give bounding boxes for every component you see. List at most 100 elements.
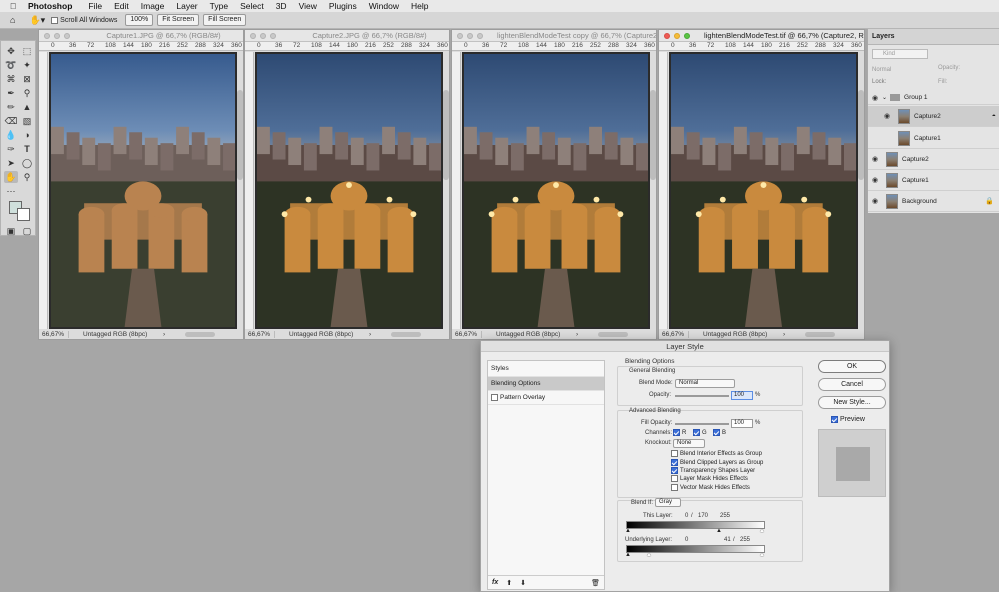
eyedropper-icon[interactable]: ✒ <box>4 87 18 99</box>
ok-button[interactable]: OK <box>818 360 886 373</box>
zoom-level[interactable]: 66,67% <box>39 330 69 338</box>
zoom-level[interactable]: 66,67% <box>659 330 689 338</box>
close-icon[interactable] <box>44 32 50 39</box>
status-chevron-icon[interactable]: › <box>163 331 165 338</box>
document-canvas[interactable] <box>462 52 650 329</box>
zoom-icon[interactable] <box>477 32 483 39</box>
pattern-overlay-item[interactable]: Pattern Overlay <box>488 391 604 405</box>
blending-options-item[interactable]: Blending Options <box>488 377 604 391</box>
pattern-overlay-checkbox[interactable] <box>491 394 498 401</box>
slider-handle-icon[interactable]: ▲ <box>625 528 631 534</box>
home-icon[interactable]: ⌂ <box>10 15 15 25</box>
minimize-icon[interactable] <box>467 32 473 39</box>
stamp-tool-icon[interactable]: ▲ <box>20 101 34 113</box>
document-canvas[interactable] <box>49 52 237 329</box>
zoom-level[interactable]: 66,67% <box>245 330 275 338</box>
vector-mask-hides-checkbox[interactable]: Vector Mask Hides Effects <box>671 484 750 491</box>
horizontal-scrollbar[interactable] <box>598 331 629 337</box>
eye-icon[interactable]: ◉ <box>868 155 882 163</box>
horizontal-scrollbar[interactable] <box>185 331 216 337</box>
menu-select[interactable]: Select <box>234 1 270 11</box>
document-window[interactable]: Capture1.JPG @ 66,7% (RGB/8#) 0 36 72 108 144… <box>38 29 244 340</box>
hand-tool-icon[interactable]: ✋▾ <box>29 15 45 26</box>
fx-icon[interactable]: fx <box>492 579 498 586</box>
slider-handle-icon[interactable]: ▲ <box>646 552 652 558</box>
layer-style-icon[interactable]: ◓ <box>992 113 996 120</box>
document-canvas[interactable] <box>255 52 443 329</box>
document-tab[interactable]: Capture2.JPG @ 66,7% (RGB/8#) <box>245 30 449 42</box>
layer-row[interactable]: ◉ Capture2 ◓ <box>868 106 999 127</box>
close-icon[interactable] <box>250 32 256 39</box>
more-tools-icon[interactable]: ⋯ <box>4 185 18 197</box>
eye-icon[interactable]: ◉ <box>868 176 882 184</box>
eye-icon[interactable]: ◉ <box>868 94 882 102</box>
minimize-icon[interactable] <box>674 32 680 39</box>
eye-icon[interactable]: ◉ <box>868 197 882 205</box>
slider-handle-icon[interactable]: ▲ <box>759 528 765 534</box>
eraser-icon[interactable]: ⌫ <box>4 115 18 127</box>
type-tool-icon[interactable]: T <box>20 143 34 155</box>
layers-tab[interactable]: Layers <box>868 29 999 45</box>
layer-mask-hides-checkbox[interactable]: Layer Mask Hides Effects <box>671 475 748 482</box>
document-tab[interactable]: lightenBlendModeTest.tif @ 66,7% (Captur… <box>659 30 864 42</box>
gradient-tool-icon[interactable]: ▧ <box>20 115 34 127</box>
horizontal-ruler[interactable]: 0 36 72 108 144 180 216 252 288 324 360 <box>245 42 449 51</box>
lasso-tool-icon[interactable]: ➰ <box>4 59 18 71</box>
vertical-scrollbar[interactable] <box>650 90 656 180</box>
close-icon[interactable] <box>457 32 463 39</box>
crop-tool-icon[interactable]: ⌘ <box>4 73 18 85</box>
apple-icon[interactable]:  <box>6 1 20 11</box>
new-style-button[interactable]: New Style... <box>818 396 886 409</box>
layer-row[interactable]: ◉ Capture2 <box>868 149 999 170</box>
menu-file[interactable]: File <box>82 1 108 11</box>
layer-row[interactable]: ◉ Capture1 <box>868 170 999 191</box>
preview-checkbox[interactable]: Preview <box>831 416 865 423</box>
path-select-icon[interactable]: ➤ <box>4 157 18 169</box>
move-up-icon[interactable]: ⬆ <box>506 579 512 587</box>
screen-mode-icon[interactable]: ▢ <box>20 225 34 237</box>
horizontal-scrollbar[interactable] <box>805 331 836 337</box>
vertical-ruler[interactable] <box>659 52 668 329</box>
eye-icon[interactable]: ◉ <box>880 112 894 120</box>
slider-handle-icon[interactable]: ▲ <box>759 552 765 558</box>
document-window[interactable]: lightenBlendModeTest copy @ 66,7% (Captu… <box>451 29 657 340</box>
zoom-icon[interactable] <box>684 32 690 39</box>
layer-row[interactable]: ◉ Background 🔒 <box>868 191 999 212</box>
horizontal-ruler[interactable]: 0 36 72 108 144 180 216 252 288 324 360 <box>452 42 656 51</box>
channel-b-checkbox[interactable]: B <box>713 429 726 436</box>
knockout-select[interactable]: None <box>673 439 705 448</box>
blend-clipped-checkbox[interactable]: Blend Clipped Layers as Group <box>671 459 763 466</box>
document-tab[interactable]: Capture1.JPG @ 66,7% (RGB/8#) <box>39 30 243 42</box>
minimize-icon[interactable] <box>54 32 60 39</box>
blend-if-select[interactable]: Gray <box>655 498 681 507</box>
hand-tool-icon[interactable]: ✋ <box>4 171 18 183</box>
horizontal-ruler[interactable]: 0 36 72 108 144 180 216 252 288 324 360 <box>39 42 243 51</box>
slider-handle-icon[interactable]: ▲ <box>625 552 631 558</box>
magic-wand-icon[interactable]: ✦ <box>20 59 34 71</box>
healing-brush-icon[interactable]: ⚲ <box>20 87 34 99</box>
zoom-100-button[interactable]: 100% <box>125 14 154 26</box>
menu-edit[interactable]: Edit <box>108 1 135 11</box>
document-canvas[interactable] <box>669 52 858 329</box>
zoom-icon[interactable] <box>64 32 70 39</box>
layer-group-row[interactable]: ◉ ⌄ Group 1 <box>868 91 999 105</box>
layer-row[interactable]: Capture1 <box>868 128 999 149</box>
trash-icon[interactable]: 🗑 <box>591 579 600 587</box>
status-chevron-icon[interactable]: › <box>369 331 371 338</box>
fill-opacity-slider[interactable] <box>675 423 729 425</box>
document-window[interactable]: Capture2.JPG @ 66,7% (RGB/8#) 0 36 72 108 144… <box>244 29 450 340</box>
menu-layer[interactable]: Layer <box>170 1 203 11</box>
zoom-tool-icon[interactable]: ⚲ <box>20 171 34 183</box>
close-icon[interactable] <box>664 32 670 39</box>
vertical-scrollbar[interactable] <box>858 90 864 180</box>
menu-view[interactable]: View <box>293 1 323 11</box>
cancel-button[interactable]: Cancel <box>818 378 886 391</box>
pen-tool-icon[interactable]: ✑ <box>4 143 18 155</box>
styles-header[interactable]: Styles <box>488 361 604 377</box>
menu-3d[interactable]: 3D <box>270 1 293 11</box>
menu-type[interactable]: Type <box>204 1 234 11</box>
vertical-ruler[interactable] <box>245 52 254 329</box>
vertical-scrollbar[interactable] <box>237 90 243 180</box>
horizontal-scrollbar[interactable] <box>391 331 422 337</box>
fit-screen-button[interactable]: Fit Screen <box>157 14 200 26</box>
